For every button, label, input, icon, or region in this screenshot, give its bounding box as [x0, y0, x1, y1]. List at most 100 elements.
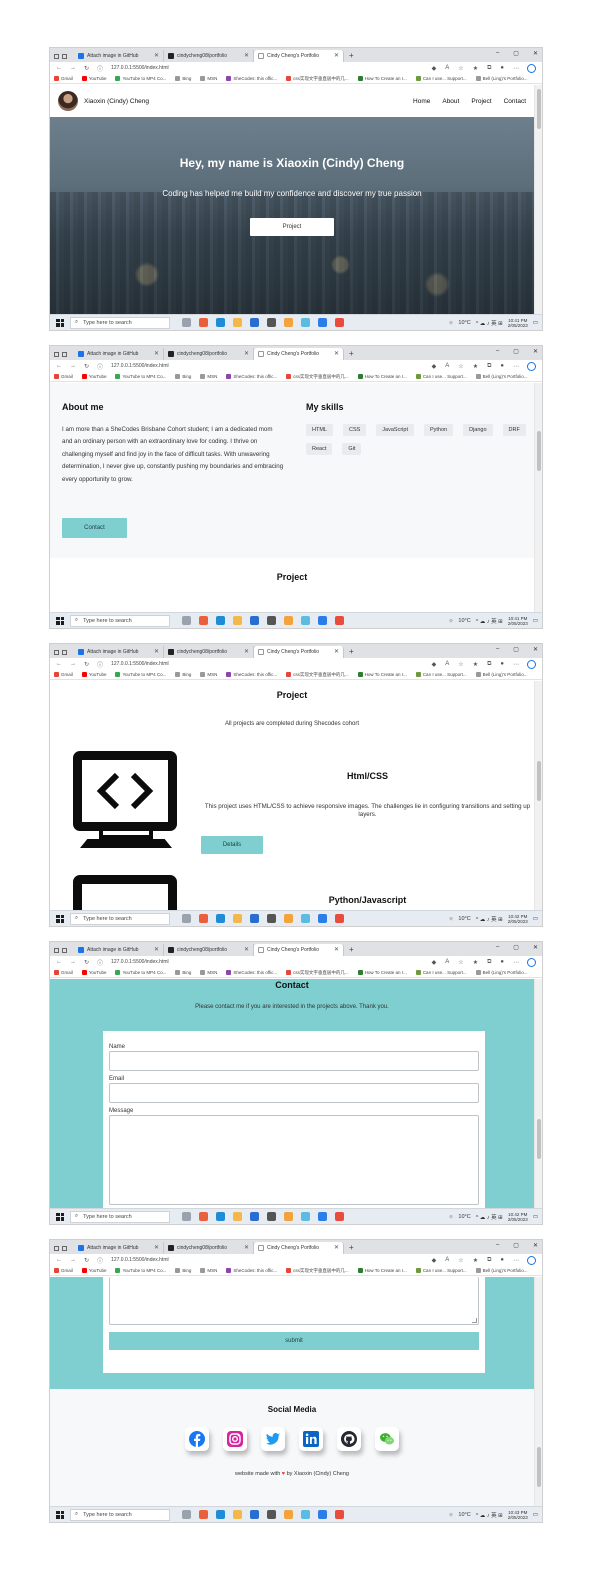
- bookmark[interactable]: Bing: [175, 374, 191, 379]
- app-icon[interactable]: [267, 914, 276, 923]
- bookmark[interactable]: SheCodes: this offic...: [226, 970, 277, 975]
- back-arrow-icon[interactable]: ←: [56, 959, 62, 965]
- submit-button[interactable]: submit: [109, 1332, 479, 1350]
- edge-icon[interactable]: [216, 318, 225, 327]
- info-icon[interactable]: ⓘ: [97, 660, 103, 669]
- mail-icon[interactable]: [250, 1212, 259, 1221]
- close-icon[interactable]: ✕: [334, 944, 339, 956]
- vscode-icon[interactable]: [318, 616, 327, 625]
- tab-portfolio[interactable]: Cindy Cheng's Portfolio ✕: [254, 50, 344, 62]
- bookmark[interactable]: YouTube: [81, 970, 106, 975]
- reload-icon[interactable]: ↻: [84, 959, 89, 966]
- app-icon[interactable]: [284, 318, 293, 327]
- star-icon[interactable]: ☆: [458, 661, 463, 668]
- bookmark[interactable]: SheCodes: this offic...: [226, 1268, 277, 1273]
- reload-icon[interactable]: ↻: [84, 1257, 89, 1264]
- favorites-icon[interactable]: ★: [473, 65, 478, 72]
- forward-arrow-icon[interactable]: →: [70, 1257, 76, 1263]
- app-icon[interactable]: [284, 1510, 293, 1519]
- tab-attach-image[interactable]: Attach image in GitHub ✕: [74, 1242, 164, 1254]
- read-aloud-icon[interactable]: A: [445, 363, 449, 370]
- message-textarea[interactable]: [109, 1115, 479, 1205]
- minimize-button[interactable]: –: [496, 50, 499, 57]
- clock[interactable]: 10:42 PM 2/05/2023: [508, 1212, 528, 1222]
- reload-icon[interactable]: ↻: [84, 65, 89, 72]
- task-view-icon[interactable]: [182, 1212, 191, 1221]
- bookmark[interactable]: Gmail: [54, 672, 73, 677]
- collections-icon[interactable]: ⧉: [487, 1257, 491, 1264]
- bookmark[interactable]: Bell (Ling)'s Portfolio...: [475, 374, 527, 379]
- close-icon[interactable]: ✕: [154, 50, 159, 62]
- reload-icon[interactable]: ↻: [84, 363, 89, 370]
- contact-button[interactable]: Contact: [62, 518, 127, 538]
- new-tab-button[interactable]: +: [344, 646, 359, 658]
- tab-actions[interactable]: [54, 51, 74, 62]
- bookmark[interactable]: Bell (Ling)'s Portfolio...: [475, 672, 527, 677]
- clock[interactable]: 10:42 PM 2/05/2023: [508, 914, 528, 924]
- taskbar-search[interactable]: ⌕ Type here to search: [70, 614, 170, 627]
- forward-arrow-icon[interactable]: →: [70, 959, 76, 965]
- twitter-icon[interactable]: [261, 1427, 285, 1451]
- app-icon[interactable]: [199, 318, 208, 327]
- bing-icon[interactable]: [527, 659, 536, 669]
- bookmark[interactable]: Bing: [175, 672, 191, 677]
- url-field[interactable]: 127.0.0.1:5500/index.html: [111, 660, 424, 669]
- resize-handle-icon[interactable]: [472, 1318, 477, 1323]
- app-icon[interactable]: [284, 914, 293, 923]
- app-icon[interactable]: [301, 1212, 310, 1221]
- tab-actions[interactable]: [54, 945, 74, 956]
- windows-start-icon[interactable]: [56, 318, 64, 327]
- scrollbar[interactable]: [534, 85, 542, 314]
- tray-icons[interactable]: ^ ☁ ♪ 英 ⊞: [476, 319, 503, 327]
- bookmark[interactable]: Bing: [175, 1268, 191, 1273]
- bookmark[interactable]: MSN: [200, 76, 217, 81]
- app-icon[interactable]: [301, 318, 310, 327]
- favorites-icon[interactable]: ★: [473, 1257, 478, 1264]
- bookmark[interactable]: Can I use... Support...: [415, 374, 467, 379]
- file-explorer-icon[interactable]: [233, 914, 242, 923]
- more-icon[interactable]: ⋯: [513, 661, 519, 668]
- vscode-icon[interactable]: [318, 1212, 327, 1221]
- app-icon[interactable]: [284, 1212, 293, 1221]
- new-tab-button[interactable]: +: [344, 348, 359, 360]
- bookmark[interactable]: How To Create an I...: [357, 374, 407, 379]
- app-icon[interactable]: [199, 616, 208, 625]
- url-field[interactable]: 127.0.0.1:5500/index.html: [111, 362, 424, 371]
- notifications-icon[interactable]: ▭: [533, 618, 538, 624]
- weather-icon[interactable]: ☼: [448, 320, 453, 326]
- bookmark[interactable]: YouTube to MP4 Co...: [115, 672, 166, 677]
- maximize-button[interactable]: ▢: [513, 1242, 519, 1249]
- bookmark[interactable]: Bell (Ling)'s Portfolio...: [475, 76, 527, 81]
- bookmark[interactable]: MSN: [200, 374, 217, 379]
- tray-icons[interactable]: ^ ☁ ♪ 英 ⊞: [476, 915, 503, 923]
- tab-attach-image[interactable]: Attach image in GitHub ✕: [74, 646, 164, 658]
- nav-project[interactable]: Project: [471, 98, 491, 105]
- app-icon[interactable]: [267, 1212, 276, 1221]
- tab-actions[interactable]: [54, 647, 74, 658]
- bookmark[interactable]: YouTube to MP4 Co...: [115, 374, 166, 379]
- close-window-button[interactable]: ✕: [533, 50, 538, 57]
- bookmark[interactable]: Bell (Ling)'s Portfolio...: [475, 970, 527, 975]
- extension-icon[interactable]: ◆: [432, 1257, 437, 1264]
- bookmark[interactable]: css实现文字垂直居中的几...: [286, 76, 349, 82]
- new-tab-button[interactable]: +: [344, 50, 359, 62]
- tab-actions[interactable]: [54, 1243, 74, 1254]
- tab-attach-image[interactable]: Attach image in GitHub ✕: [74, 944, 164, 956]
- scrollbar[interactable]: [534, 383, 542, 612]
- tab-portfolio[interactable]: Cindy Cheng's Portfolio ✕: [254, 944, 344, 956]
- collections-icon[interactable]: ⧉: [487, 661, 491, 668]
- weather-icon[interactable]: ☼: [448, 1214, 453, 1220]
- wechat-icon[interactable]: [375, 1427, 399, 1451]
- app-icon[interactable]: [335, 1510, 344, 1519]
- close-icon[interactable]: ✕: [244, 348, 249, 360]
- bookmark[interactable]: MSN: [200, 672, 217, 677]
- extension-icon[interactable]: ◆: [432, 959, 437, 966]
- tab-attach-image[interactable]: Attach image in GitHub ✕: [74, 348, 164, 360]
- bookmark[interactable]: YouTube to MP4 Co...: [115, 1268, 166, 1273]
- details-button[interactable]: Details: [201, 836, 263, 854]
- mail-icon[interactable]: [250, 914, 259, 923]
- bookmark[interactable]: YouTube: [81, 76, 106, 81]
- bing-icon[interactable]: [527, 361, 536, 371]
- windows-start-icon[interactable]: [56, 914, 64, 923]
- message-textarea[interactable]: [109, 1277, 479, 1325]
